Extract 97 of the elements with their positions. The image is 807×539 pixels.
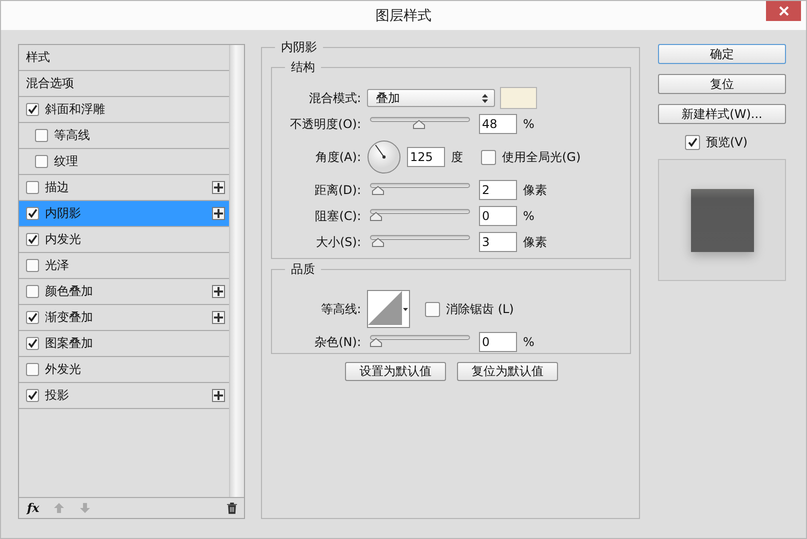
checkbox[interactable] [425,302,440,316]
field-label: 大小(S): [314,234,361,250]
field-label: 距离(D): [313,182,361,198]
color-swatch[interactable] [500,87,537,109]
field-label: 角度(A): [314,148,361,166]
action-button[interactable]: 确定 [658,44,786,64]
effect-label: 图案叠加 [45,335,93,352]
add-icon[interactable] [212,181,226,194]
input-field[interactable]: 0 [479,332,517,352]
checkbox[interactable] [26,259,39,272]
contour-picker[interactable] [367,290,410,328]
checkbox[interactable] [481,150,496,164]
field-label: 不透明度(O): [289,116,361,132]
section-title: 内阴影 [275,39,323,55]
checkbox[interactable] [26,207,39,220]
action-button[interactable]: 复位 [658,74,786,94]
action-button[interactable]: 新建样式(W)... [658,104,786,124]
slider-thumb[interactable] [413,120,426,129]
field-label: 等高线: [320,300,361,318]
preview-square [690,188,754,252]
effect-list-item[interactable]: 颜色叠加 [19,279,230,305]
add-icon[interactable] [212,311,226,324]
checkbox[interactable] [26,285,39,298]
angle-dial[interactable] [367,140,401,174]
input-field[interactable]: 2 [479,180,517,200]
effect-list-item[interactable]: 投影 [19,383,230,409]
close-icon [778,6,788,16]
effect-list-item[interactable]: 渐变叠加 [19,305,230,331]
spinner-icon [482,94,488,103]
slider-track[interactable] [370,117,470,131]
scrollbar-track[interactable] [229,45,244,497]
checkbox-label: 使用全局光(G) [502,148,581,166]
slider-track[interactable] [370,235,470,249]
default-button[interactable]: 复位为默认值 [457,362,558,381]
effect-label: 光泽 [45,257,69,274]
add-icon[interactable] [212,285,226,298]
checkbox[interactable] [35,129,48,142]
effect-list-item[interactable]: 外发光 [19,357,230,383]
field-label: 混合模式: [308,90,361,106]
slider-track[interactable] [370,183,470,197]
unit-label: % [523,335,534,349]
unit-label: % [523,117,534,131]
unit-label: 像素 [523,234,547,250]
group-title: 品质 [285,261,321,277]
add-icon[interactable] [212,207,226,220]
effect-list-item[interactable]: 纹理 [19,149,230,175]
group-title: 结构 [285,59,321,75]
slider-thumb[interactable] [372,186,384,195]
checkbox[interactable] [26,103,39,116]
effect-label: 纹理 [54,153,78,170]
effect-label: 外发光 [45,361,81,378]
slider-thumb[interactable] [370,338,382,347]
slider-thumb[interactable] [370,212,382,221]
input-field[interactable]: 48 [479,114,517,134]
unit-label: % [523,209,534,223]
effect-label: 斜面和浮雕 [45,101,105,118]
effect-list-item[interactable]: 光泽 [19,253,230,279]
effect-label: 内发光 [45,231,81,248]
checkbox[interactable] [26,337,39,350]
input-field[interactable]: 125 [407,147,445,167]
effect-list-item[interactable]: 斜面和浮雕 [19,97,230,123]
blend-mode-dropdown[interactable]: 叠加 [367,89,495,107]
input-field[interactable]: 3 [479,232,517,252]
checkbox-label: 消除锯齿 (L) [446,300,514,318]
field-label: 阻塞(C): [314,208,361,224]
effect-list-item[interactable]: 内阴影 [19,201,230,227]
trash-icon[interactable] [226,502,238,514]
window-title: 图层样式 [376,6,432,24]
checkbox[interactable] [26,311,39,324]
add-icon[interactable] [212,389,226,402]
effect-list-item[interactable]: 内发光 [19,227,230,253]
caret-icon [403,308,408,310]
field-label: 杂色(N): [314,334,361,350]
default-button[interactable]: 设置为默认值 [345,362,446,381]
effect-list-item[interactable]: 等高线 [19,123,230,149]
effect-label: 等高线 [54,127,90,144]
checkbox-label: 预览(V) [706,134,748,151]
effect-label: 投影 [45,387,69,404]
effect-label: 内阴影 [45,205,81,222]
checkbox[interactable] [26,233,39,246]
unit-label: 度 [451,148,463,166]
input-field[interactable]: 0 [479,206,517,226]
slider-track[interactable] [370,209,470,223]
fx-button[interactable]: fx [27,501,40,515]
effect-label: 描边 [45,179,69,196]
effect-label: 渐变叠加 [45,309,93,326]
checkbox[interactable] [685,135,700,150]
unit-label: 像素 [523,182,547,198]
slider-thumb[interactable] [372,238,384,247]
slider-track[interactable] [370,335,470,349]
checkbox[interactable] [35,155,48,168]
effect-list-item[interactable]: 图案叠加 [19,331,230,357]
checkbox[interactable] [26,181,39,194]
checkbox[interactable] [26,363,39,376]
effect-label: 颜色叠加 [45,283,93,300]
close-button[interactable] [766,1,801,21]
checkbox[interactable] [26,389,39,402]
